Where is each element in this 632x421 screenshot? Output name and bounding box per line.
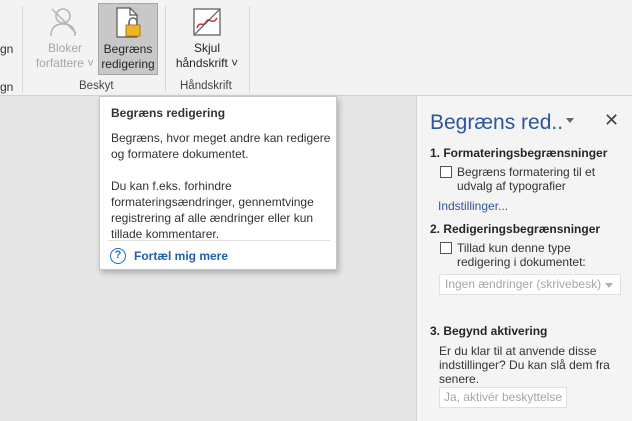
- ribbon-separator: [249, 6, 250, 92]
- restrict-editing-pane: Begræns red.. ✕ 1. Formateringsbegrænsni…: [416, 96, 632, 421]
- pane-options-chevron-down-icon[interactable]: [566, 118, 574, 123]
- edit-type-select[interactable]: Ingen ændringer (skrivebesk): [439, 274, 621, 295]
- edit-type-select-value: Ingen ændringer (skrivebesk): [445, 277, 602, 291]
- ribbon-separator: [165, 6, 166, 92]
- format-restrict-label: Begræns formatering til et udvalg af typ…: [457, 165, 596, 193]
- hide-ink-icon: [193, 8, 221, 36]
- group-label-protect: Beskyt: [79, 80, 114, 92]
- tell-me-more-label: Fortæl mig mere: [134, 249, 229, 263]
- tooltip-divider: [108, 240, 330, 241]
- restrict-editing-icon: [116, 7, 141, 38]
- cut-off-group-label: gn: [0, 80, 14, 94]
- tooltip-paragraph-2: Du kan f.eks. forhindre formateringsændr…: [111, 179, 314, 241]
- activate-protection-button[interactable]: Ja, aktivér beskyttelse: [439, 387, 567, 408]
- block-authors-label-2: forfattere ˅: [35, 56, 95, 70]
- tell-me-more-link[interactable]: ? Fortæl mig mere: [110, 248, 228, 264]
- tooltip-paragraph-1: Begræns, hvor meget andre kan redigere o…: [111, 131, 331, 161]
- group-label-ink: Håndskrift: [180, 80, 232, 92]
- restrict-editing-label-2: redigering: [101, 57, 155, 71]
- settings-link[interactable]: Indstillinger...: [438, 199, 508, 213]
- ribbon: gn gn Bloker forfattere ˅ Begræns redige…: [0, 0, 632, 96]
- help-icon: ?: [110, 248, 126, 264]
- activation-description: Er du klar til at anvende disse indstill…: [439, 344, 610, 386]
- restrict-editing-button[interactable]: Begræns redigering: [98, 3, 158, 75]
- block-authors-button[interactable]: Bloker forfattere ˅: [33, 3, 97, 75]
- restrict-editing-label-1: Begræns: [103, 42, 153, 56]
- block-authors-label-1: Bloker: [47, 41, 82, 55]
- cut-off-ribbon-label: gn: [0, 42, 14, 56]
- block-authors-icon: [50, 8, 77, 37]
- hide-ink-button[interactable]: Skjul håndskrift ˅: [171, 3, 243, 75]
- close-icon[interactable]: ✕: [604, 110, 619, 131]
- section-activation-heading: 3. Begynd aktivering: [430, 324, 548, 338]
- section-editing-heading: 2. Redigeringsbegrænsninger: [430, 222, 601, 236]
- restrict-editing-tooltip: Begræns redigering Begræns, hvor meget a…: [99, 96, 337, 270]
- section-formatting-heading: 1. Formateringsbegrænsninger: [430, 146, 608, 160]
- pane-title: Begræns red..: [430, 111, 564, 134]
- hide-ink-label-2: håndskrift ˅: [175, 56, 239, 70]
- chevron-down-icon: [605, 283, 613, 288]
- format-restrict-checkbox[interactable]: [440, 166, 452, 178]
- tooltip-body: Begræns, hvor meget andre kan redigere o…: [111, 130, 333, 258]
- hide-ink-label-1: Skjul: [193, 41, 220, 55]
- edit-restrict-label: Tillad kun denne type redigering i dokum…: [457, 241, 586, 269]
- tooltip-title: Begræns redigering: [111, 106, 226, 120]
- ribbon-separator: [22, 6, 23, 92]
- edit-restrict-checkbox[interactable]: [440, 242, 452, 254]
